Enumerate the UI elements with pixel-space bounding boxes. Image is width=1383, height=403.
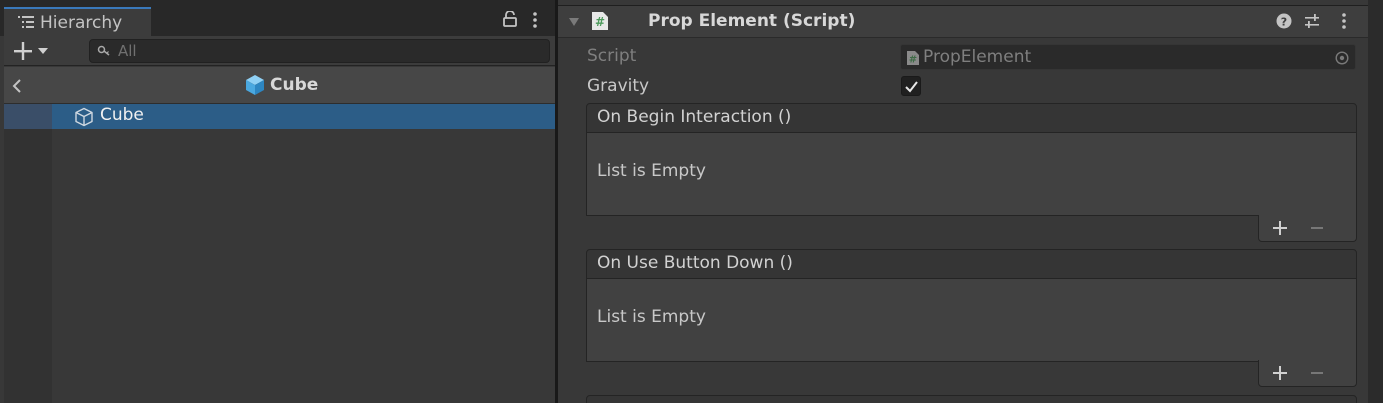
hierarchy-tab[interactable]: Hierarchy bbox=[4, 7, 151, 36]
event-header-on-begin-interaction: On Begin Interaction () bbox=[586, 103, 1357, 133]
hierarchy-tree: Cube bbox=[4, 104, 555, 403]
event-header-on-use-button-down: On Use Button Down () bbox=[586, 249, 1357, 279]
hierarchy-gutter bbox=[4, 104, 52, 403]
help-icon[interactable]: ? bbox=[1276, 13, 1292, 29]
create-dropdown-button[interactable] bbox=[12, 40, 58, 62]
event-title: On Use Button Down () bbox=[597, 253, 793, 273]
hierarchy-panel: Hierarchy All Cube Cube bbox=[0, 0, 555, 403]
add-listener-button[interactable] bbox=[1273, 366, 1287, 380]
script-object-field: # PropElement bbox=[900, 44, 1356, 70]
search-icon bbox=[97, 45, 110, 56]
event-list-on-begin-interaction: List is Empty bbox=[586, 133, 1357, 216]
cube-icon bbox=[246, 75, 264, 95]
svg-text:#: # bbox=[909, 55, 917, 66]
preset-icon[interactable] bbox=[1304, 13, 1320, 29]
script-icon: # bbox=[592, 12, 608, 30]
hierarchy-icon bbox=[18, 16, 34, 28]
scene-title: Cube bbox=[244, 73, 318, 97]
hierarchy-tab-label: Hierarchy bbox=[40, 13, 123, 33]
event-header-next bbox=[586, 395, 1357, 403]
hierarchy-search-field[interactable]: All bbox=[89, 39, 550, 63]
lock-icon[interactable] bbox=[503, 11, 517, 27]
inspector-scrollbar[interactable] bbox=[1368, 0, 1383, 403]
menu-dots-icon[interactable] bbox=[531, 12, 539, 28]
back-arrow-icon[interactable] bbox=[11, 78, 23, 94]
hierarchy-toolbar: All bbox=[4, 36, 555, 66]
add-listener-button[interactable] bbox=[1273, 221, 1287, 235]
dropdown-arrow-icon bbox=[38, 48, 48, 54]
script-label: Script bbox=[587, 46, 637, 66]
plus-icon bbox=[14, 42, 32, 60]
svg-text:?: ? bbox=[1281, 16, 1287, 29]
checkmark-icon bbox=[905, 81, 918, 93]
remove-listener-button[interactable] bbox=[1311, 372, 1323, 374]
event-empty-text: List is Empty bbox=[597, 307, 706, 327]
hierarchy-row-cube[interactable]: Cube bbox=[4, 104, 555, 129]
component-header[interactable]: # Prop Element (Script) ? bbox=[558, 5, 1368, 38]
foldout-arrow-icon[interactable] bbox=[568, 17, 580, 27]
component-menu-icon[interactable] bbox=[1340, 13, 1348, 29]
remove-listener-button[interactable] bbox=[1311, 227, 1323, 229]
event-empty-text: List is Empty bbox=[597, 161, 706, 181]
component-title: Prop Element (Script) bbox=[648, 11, 856, 31]
svg-text:#: # bbox=[595, 15, 605, 29]
gameobject-cube-icon bbox=[75, 107, 93, 127]
prefab-scene-header: Cube bbox=[4, 67, 555, 104]
hierarchy-row-label: Cube bbox=[100, 105, 144, 125]
event-footer-on-begin-interaction bbox=[1258, 215, 1357, 242]
event-title: On Begin Interaction () bbox=[597, 107, 792, 127]
search-placeholder: All bbox=[118, 42, 137, 60]
script-file-icon: # bbox=[907, 51, 919, 66]
event-list-on-use-button-down: List is Empty bbox=[586, 279, 1357, 362]
gravity-label: Gravity bbox=[587, 76, 650, 96]
script-field-value: PropElement bbox=[923, 47, 1032, 67]
inspector-panel: # Prop Element (Script) ? Script # PropE… bbox=[558, 0, 1368, 403]
scene-title-label: Cube bbox=[270, 75, 319, 95]
event-footer-on-use-button-down bbox=[1258, 360, 1357, 387]
hierarchy-tab-bar: Hierarchy bbox=[0, 0, 555, 36]
hierarchy-gutter-selected bbox=[4, 104, 52, 129]
object-picker-icon[interactable] bbox=[1335, 51, 1349, 65]
gravity-checkbox[interactable] bbox=[901, 76, 921, 96]
